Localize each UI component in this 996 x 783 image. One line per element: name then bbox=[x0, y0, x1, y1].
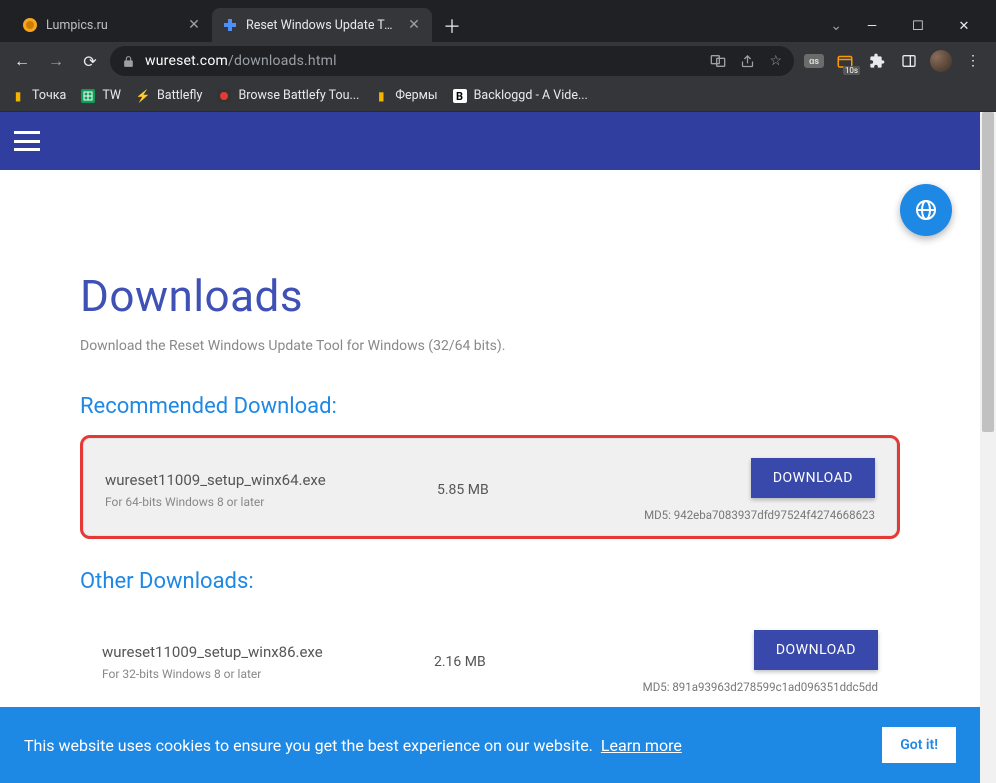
download-description: For 32-bits Windows 8 or later bbox=[102, 667, 422, 681]
download-row-other: wureset11009_setup_winx86.exe For 32-bit… bbox=[80, 610, 900, 708]
minimize-button[interactable]: — bbox=[858, 19, 886, 34]
extension-icons: ɑs 10s ⋮ bbox=[800, 50, 988, 72]
tab-title: Lumpics.ru bbox=[46, 18, 178, 33]
page-viewport: Downloads Download the Reset Windows Upd… bbox=[0, 112, 996, 783]
close-icon[interactable]: ✕ bbox=[186, 17, 202, 33]
download-filename: wureset11009_setup_winx86.exe bbox=[102, 643, 422, 661]
url-text: wureset.com/downloads.html bbox=[145, 53, 337, 69]
download-button[interactable]: DOWNLOAD bbox=[751, 458, 875, 498]
bookmark-tw[interactable]: TW bbox=[80, 88, 121, 104]
window-controls: — ☐ ✕ bbox=[848, 19, 988, 42]
download-button[interactable]: DOWNLOAD bbox=[754, 630, 878, 670]
bookmark-battlefy[interactable]: Browse Battlefy Tou... bbox=[216, 88, 359, 104]
bookmark-star-icon[interactable]: ☆ bbox=[769, 53, 782, 69]
section-recommended: Recommended Download: bbox=[80, 394, 900, 419]
tab-search-icon[interactable]: ⌄ bbox=[830, 18, 842, 34]
tab-title: Reset Windows Update Tool - Tro bbox=[246, 18, 398, 33]
backloggd-icon: B bbox=[452, 88, 468, 104]
address-bar[interactable]: wureset.com/downloads.html ☆ bbox=[110, 46, 794, 76]
globe-icon bbox=[914, 198, 938, 222]
favicon-lumpics bbox=[22, 17, 38, 33]
translate-icon[interactable] bbox=[710, 53, 726, 69]
forward-button[interactable]: → bbox=[42, 47, 70, 75]
browser-tab-wureset[interactable]: Reset Windows Update Tool - Tro ✕ bbox=[212, 8, 432, 42]
bookmark-fermy[interactable]: ▮ Фермы bbox=[373, 88, 437, 104]
bookmark-backloggd[interactable]: B Backloggd - A Vide... bbox=[452, 88, 588, 104]
cookie-learn-more-link[interactable]: Learn more bbox=[601, 736, 682, 755]
browser-tab-lumpics[interactable]: Lumpics.ru ✕ bbox=[12, 8, 212, 42]
favicon-wureset bbox=[222, 17, 238, 33]
page-content: Downloads Download the Reset Windows Upd… bbox=[0, 170, 980, 748]
bookmark-battlefly[interactable]: ⚡ Battlefly bbox=[135, 88, 202, 104]
reload-button[interactable]: ⟳ bbox=[76, 47, 104, 75]
new-tab-button[interactable]: ＋ bbox=[438, 12, 466, 40]
back-button[interactable]: ← bbox=[8, 47, 36, 75]
download-row-recommended: wureset11009_setup_winx64.exe For 64-bit… bbox=[80, 435, 900, 539]
cookie-text: This website uses cookies to ensure you … bbox=[24, 736, 593, 755]
extensions-menu-icon[interactable] bbox=[866, 50, 888, 72]
side-panel-icon[interactable] bbox=[898, 50, 920, 72]
battlefy-icon bbox=[216, 88, 232, 104]
scrollbar[interactable] bbox=[980, 112, 996, 783]
download-md5: MD5: 942eba7083937dfd97524f4274668623 bbox=[609, 508, 875, 522]
hamburger-menu-icon[interactable] bbox=[14, 131, 40, 151]
close-icon[interactable]: ✕ bbox=[406, 17, 422, 33]
profile-avatar[interactable] bbox=[930, 50, 952, 72]
maximize-button[interactable]: ☐ bbox=[904, 19, 932, 34]
section-other: Other Downloads: bbox=[80, 569, 900, 594]
download-description: For 64-bits Windows 8 or later bbox=[105, 495, 425, 509]
cookie-banner: This website uses cookies to ensure you … bbox=[0, 707, 980, 783]
bookmarks-bar: ▮ Точка TW ⚡ Battlefly Browse Battlefy T… bbox=[0, 80, 996, 112]
page-title: Downloads bbox=[80, 270, 900, 322]
extension-timer-icon[interactable]: 10s bbox=[834, 50, 856, 72]
browser-toolbar: ← → ⟳ wureset.com/downloads.html ☆ ɑs 10… bbox=[0, 42, 996, 80]
download-md5: MD5: 891a93963d278599c1ad096351ddc5dd bbox=[606, 680, 878, 694]
download-filename: wureset11009_setup_winx64.exe bbox=[105, 471, 425, 489]
bookmark-tochka[interactable]: ▮ Точка bbox=[10, 88, 66, 104]
sheets-icon bbox=[80, 88, 96, 104]
close-window-button[interactable]: ✕ bbox=[950, 19, 978, 34]
svg-text:B: B bbox=[456, 90, 463, 103]
download-size: 5.85 MB bbox=[437, 482, 597, 498]
lock-icon bbox=[122, 55, 135, 68]
share-icon[interactable] bbox=[740, 54, 755, 69]
download-size: 2.16 MB bbox=[434, 654, 594, 670]
language-fab-button[interactable] bbox=[900, 184, 952, 236]
scrollbar-thumb[interactable] bbox=[982, 112, 994, 432]
extension-lastfm-icon[interactable]: ɑs bbox=[804, 54, 824, 68]
site-header bbox=[0, 112, 980, 170]
page-subtitle: Download the Reset Windows Update Tool f… bbox=[80, 338, 900, 354]
cookie-accept-button[interactable]: Got it! bbox=[882, 727, 956, 763]
folder-icon: ▮ bbox=[10, 88, 26, 104]
battlefly-icon: ⚡ bbox=[135, 88, 151, 104]
folder-icon: ▮ bbox=[373, 88, 389, 104]
tab-strip: Lumpics.ru ✕ Reset Windows Update Tool -… bbox=[8, 0, 830, 42]
chrome-menu-icon[interactable]: ⋮ bbox=[962, 50, 984, 72]
window-titlebar: Lumpics.ru ✕ Reset Windows Update Tool -… bbox=[0, 0, 996, 42]
